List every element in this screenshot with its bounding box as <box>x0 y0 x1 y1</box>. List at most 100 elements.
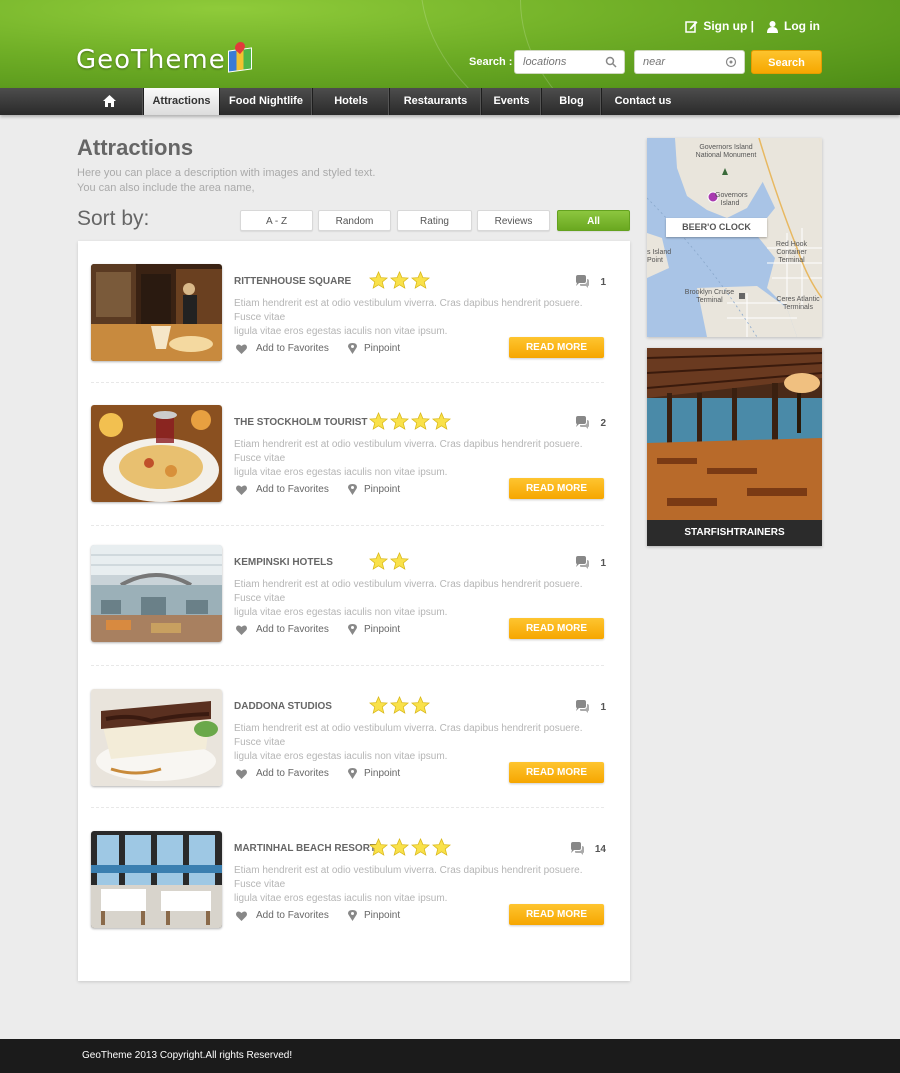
read-more-button[interactable]: READ MORE <box>509 478 604 499</box>
heart-icon <box>236 343 247 354</box>
listing-title[interactable]: THE STOCKHOLM TOURIST <box>234 417 368 428</box>
comments-icon <box>576 700 590 713</box>
search-label: Search : <box>469 56 513 68</box>
listing-item: KEMPINSKI HOTELS 1 Etiam hendrerit est a… <box>91 545 606 645</box>
comments-icon <box>576 416 590 429</box>
nav-home[interactable] <box>75 88 144 115</box>
pinpoint-link[interactable]: Pinpoint <box>348 484 400 495</box>
read-more-button[interactable]: READ MORE <box>509 904 604 925</box>
comment-count[interactable]: 2 <box>574 416 606 430</box>
pinpoint-label: Pinpoint <box>364 624 401 635</box>
star-icon <box>369 552 388 570</box>
read-more-button[interactable]: READ MORE <box>509 762 604 783</box>
add-to-favorites-link[interactable]: Add to Favorites <box>236 910 329 921</box>
featured-caption[interactable]: STARFISHTRAINERS <box>647 520 822 546</box>
add-to-favorites-link[interactable]: Add to Favorites <box>236 484 329 495</box>
comment-count[interactable]: 1 <box>574 700 606 714</box>
signup-link[interactable]: Sign up | <box>685 19 754 33</box>
heart-icon <box>236 768 247 779</box>
star-icon <box>390 552 409 570</box>
pinpoint-label: Pinpoint <box>364 768 401 779</box>
map-pin-icon <box>348 910 357 921</box>
divider <box>91 525 606 526</box>
sort-rating-button[interactable]: Rating <box>397 210 472 231</box>
listing-description: Etiam hendrerit est at odio vestibulum v… <box>234 297 604 339</box>
nav-item-contact-us[interactable]: Contact us <box>602 88 684 115</box>
sort-a-z-button[interactable]: A - Z <box>240 210 313 231</box>
sort-all-button[interactable]: All <box>557 210 630 231</box>
star-icon <box>390 696 409 714</box>
description-line: Etiam hendrerit est at odio vestibulum v… <box>234 723 583 748</box>
map-label: Governors Island <box>715 192 748 207</box>
nav-item-food-nightlife[interactable]: Food Nightlife <box>220 88 313 115</box>
nav-item-attractions[interactable]: Attractions <box>144 88 220 115</box>
listing-title[interactable]: DADDONA STUDIOS <box>234 701 332 712</box>
page-description: Here you can place a description with im… <box>77 166 375 196</box>
add-to-favorites-link[interactable]: Add to Favorites <box>236 768 329 779</box>
login-link[interactable]: Log in <box>766 19 820 33</box>
nav-item-hotels[interactable]: Hotels <box>313 88 390 115</box>
read-more-button[interactable]: READ MORE <box>509 337 604 358</box>
divider <box>91 382 606 383</box>
home-icon <box>102 95 116 107</box>
login-label: Log in <box>784 19 820 33</box>
listing-thumbnail[interactable] <box>91 405 222 502</box>
nav-item-restaurants[interactable]: Restaurants <box>390 88 482 115</box>
comment-count[interactable]: 1 <box>574 275 606 289</box>
comments-icon <box>576 556 590 569</box>
listing-item: DADDONA STUDIOS 1 Etiam hendrerit est at… <box>91 689 606 789</box>
map-pin-icon <box>348 624 357 635</box>
comment-count[interactable]: 14 <box>569 842 606 856</box>
listing-thumbnail[interactable] <box>91 545 222 642</box>
pinpoint-link[interactable]: Pinpoint <box>348 624 400 635</box>
listing-title[interactable]: MARTINHAL BEACH RESORT <box>234 843 376 854</box>
logo-text: GeoTheme <box>76 45 226 75</box>
main-nav: Attractions Food Nightlife Hotels Restau… <box>0 88 900 115</box>
listing-description: Etiam hendrerit est at odio vestibulum v… <box>234 722 604 764</box>
locate-icon[interactable] <box>725 56 737 68</box>
map-pin-icon <box>348 484 357 495</box>
listing-title[interactable]: RITTENHOUSE SQUARE <box>234 276 351 287</box>
description-line: Etiam hendrerit est at odio vestibulum v… <box>234 865 583 890</box>
listing-thumbnail[interactable] <box>91 264 222 361</box>
comment-count[interactable]: 1 <box>574 556 606 570</box>
listing-thumbnail[interactable] <box>91 689 222 786</box>
nav-item-events[interactable]: Events <box>482 88 542 115</box>
star-icon <box>411 412 430 430</box>
comments-icon <box>570 842 584 855</box>
location-map[interactable]: Governors Island National Monument Gover… <box>647 138 822 337</box>
description-line: Etiam hendrerit est at odio vestibulum v… <box>234 439 583 464</box>
site-logo[interactable]: GeoTheme <box>76 45 252 75</box>
header-decoration <box>520 0 900 88</box>
pinpoint-label: Pinpoint <box>364 910 401 921</box>
heart-icon <box>236 624 247 635</box>
star-icon <box>411 271 430 289</box>
star-icon <box>411 696 430 714</box>
sort-random-button[interactable]: Random <box>318 210 391 231</box>
map-label: Ceres Atlantic Terminals <box>776 296 820 311</box>
comments-icon <box>576 275 590 288</box>
pinpoint-link[interactable]: Pinpoint <box>348 343 400 354</box>
description-line: Etiam hendrerit est at odio vestibulum v… <box>234 298 583 323</box>
listing-thumbnail[interactable] <box>91 831 222 928</box>
pinpoint-link[interactable]: Pinpoint <box>348 768 400 779</box>
star-icon <box>390 271 409 289</box>
sort-reviews-button[interactable]: Reviews <box>477 210 550 231</box>
featured-listing[interactable]: STARFISHTRAINERS <box>647 348 822 546</box>
add-to-favorites-link[interactable]: Add to Favorites <box>236 343 329 354</box>
read-more-button[interactable]: READ MORE <box>509 618 604 639</box>
pinpoint-link[interactable]: Pinpoint <box>348 910 400 921</box>
nav-item-blog[interactable]: Blog <box>542 88 602 115</box>
star-icon <box>390 838 409 856</box>
listing-title[interactable]: KEMPINSKI HOTELS <box>234 557 333 568</box>
comment-count-value: 1 <box>600 701 606 713</box>
user-icon <box>767 20 778 33</box>
listing-description: Etiam hendrerit est at odio vestibulum v… <box>234 438 604 480</box>
favorites-label: Add to Favorites <box>256 343 329 354</box>
map-marker-label[interactable]: BEER'O CLOCK <box>666 218 767 237</box>
heart-icon <box>236 484 247 495</box>
add-to-favorites-link[interactable]: Add to Favorites <box>236 624 329 635</box>
map-label: Brooklyn Cruise Terminal <box>684 289 735 304</box>
copyright-text: GeoTheme 2013 Copyright.All rights Reser… <box>82 1050 293 1061</box>
search-button[interactable]: Search <box>751 50 822 74</box>
